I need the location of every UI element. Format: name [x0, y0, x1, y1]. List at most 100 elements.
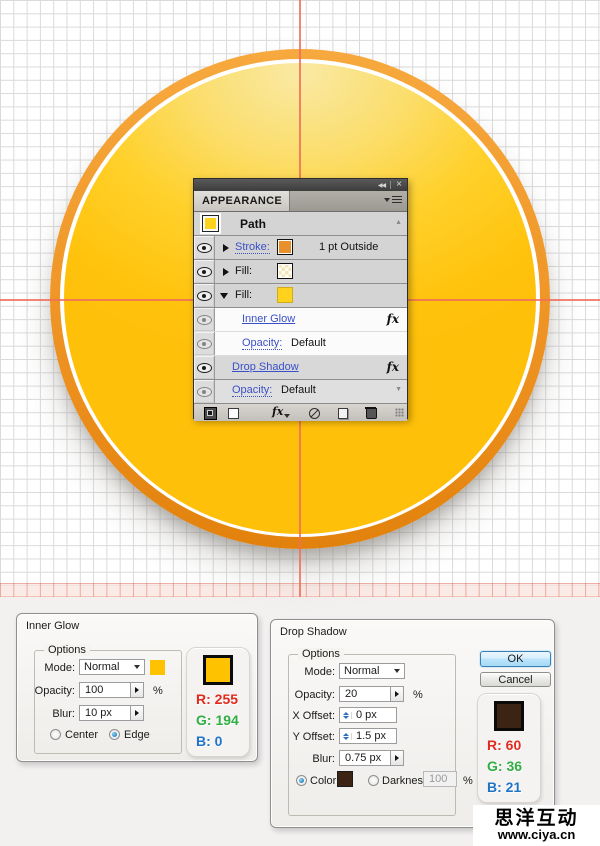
- appearance-row-opacity-object[interactable]: Opacity: Default ▼: [194, 380, 407, 403]
- collapse-triangle-icon[interactable]: [220, 293, 228, 299]
- fill-color-swatch[interactable]: [277, 287, 293, 303]
- edge-radio-label[interactable]: Edge: [124, 729, 150, 741]
- visibility-toggle[interactable]: [194, 380, 215, 403]
- chevron-down-icon[interactable]: [390, 669, 404, 673]
- drop-shadow-link[interactable]: Drop Shadow: [232, 361, 299, 373]
- tab-appearance[interactable]: APPEARANCE: [194, 191, 290, 211]
- appearance-row-inner-glow[interactable]: Inner Glow fx: [194, 308, 407, 332]
- slider-popup-icon[interactable]: [391, 686, 404, 702]
- rgb-g-value: G: 36: [487, 758, 522, 774]
- edge-radio[interactable]: [109, 729, 120, 740]
- duplicate-item-icon[interactable]: [338, 408, 348, 419]
- y-offset-input[interactable]: 1.5 px: [339, 728, 397, 744]
- path-label: Path: [240, 217, 266, 231]
- darkness-radio[interactable]: [368, 775, 379, 786]
- scroll-down-icon[interactable]: ▼: [395, 386, 402, 393]
- mode-select[interactable]: Normal: [79, 659, 145, 675]
- center-radio-label[interactable]: Center: [65, 729, 98, 741]
- inner-glow-link[interactable]: Inner Glow: [242, 313, 295, 325]
- slider-popup-icon[interactable]: [131, 682, 144, 698]
- visibility-toggle[interactable]: [194, 308, 215, 331]
- appearance-row-drop-shadow[interactable]: Drop Shadow fx: [194, 356, 407, 380]
- add-new-stroke-icon[interactable]: [204, 407, 217, 420]
- tab-appearance-label: APPEARANCE: [202, 195, 282, 207]
- delete-item-icon[interactable]: [366, 408, 377, 419]
- blur-input[interactable]: 10 px: [79, 705, 131, 721]
- glow-color-swatch[interactable]: [150, 660, 165, 675]
- appearance-row-fill-1[interactable]: Fill:: [194, 260, 407, 284]
- blur-label: Blur:: [17, 708, 75, 720]
- eye-icon: [197, 291, 212, 301]
- appearance-row-opacity-fill[interactable]: Opacity: Default: [194, 332, 407, 356]
- shadow-rgb-swatch: [494, 701, 524, 731]
- y-offset-label: Y Offset:: [271, 731, 335, 743]
- panel-tab-strip: APPEARANCE: [194, 191, 407, 212]
- rgb-r-value: R: 255: [196, 691, 238, 707]
- blur-field-group: 0.75 px: [339, 750, 404, 766]
- rgb-readout-card: R: 60 G: 36 B: 21: [477, 693, 541, 803]
- darkness-input: 100: [423, 771, 457, 787]
- visibility-toggle[interactable]: [194, 260, 215, 283]
- fill-gradient-swatch[interactable]: [277, 263, 293, 279]
- stroke-color-swatch[interactable]: [277, 239, 293, 255]
- opacity-input[interactable]: 100: [79, 682, 131, 698]
- watermark-text: 思洋互动: [494, 809, 578, 828]
- eye-icon: [197, 315, 212, 325]
- slider-popup-icon[interactable]: [131, 705, 144, 721]
- visibility-toggle[interactable]: [194, 356, 215, 379]
- panel-resize-grip[interactable]: [395, 408, 404, 417]
- expand-triangle-icon[interactable]: [223, 268, 229, 276]
- shadow-color-swatch[interactable]: [337, 771, 353, 787]
- appearance-row-path[interactable]: Path ▲: [194, 212, 407, 236]
- ok-button[interactable]: OK: [480, 651, 551, 667]
- blur-label: Blur:: [271, 753, 335, 765]
- close-panel-icon[interactable]: ×: [396, 181, 402, 189]
- mode-select[interactable]: Normal: [339, 663, 405, 679]
- opacity-field-group: 100: [79, 682, 144, 698]
- blur-input[interactable]: 0.75 px: [339, 750, 391, 766]
- visibility-toggle[interactable]: [194, 236, 215, 259]
- chevron-down-icon[interactable]: [130, 665, 144, 669]
- clear-appearance-icon[interactable]: [309, 408, 320, 419]
- appearance-row-stroke[interactable]: Stroke: 1 pt Outside: [194, 236, 407, 260]
- color-radio[interactable]: [296, 775, 307, 786]
- collapse-panel-icon[interactable]: ◀◀: [378, 182, 385, 189]
- mode-value: Normal: [80, 661, 130, 673]
- opacity-value: Default: [291, 337, 326, 349]
- center-radio[interactable]: [50, 729, 61, 740]
- titlebar-divider: [390, 181, 391, 189]
- spinner-icon[interactable]: [340, 712, 352, 719]
- expand-triangle-icon[interactable]: [223, 244, 229, 252]
- opacity-label: Opacity:: [271, 689, 335, 701]
- slider-popup-icon[interactable]: [391, 750, 404, 766]
- appearance-panel: ◀◀ × APPEARANCE Path ▲ Stroke: 1 pt Outs…: [193, 178, 408, 419]
- opacity-link[interactable]: Opacity:: [242, 337, 282, 350]
- options-label: Options: [44, 644, 90, 656]
- opacity-link[interactable]: Opacity:: [232, 384, 272, 397]
- appearance-row-fill-2[interactable]: Fill:: [194, 284, 407, 308]
- inner-glow-dialog: Inner Glow Options Mode: Normal Opacity:…: [16, 613, 258, 762]
- glow-rgb-swatch: [203, 655, 233, 685]
- spinner-icon[interactable]: [340, 733, 352, 740]
- fx-indicator-icon: fx: [387, 360, 399, 374]
- mode-label: Mode:: [17, 662, 75, 674]
- scroll-up-icon[interactable]: ▲: [395, 219, 402, 226]
- add-new-effect-icon[interactable]: fx: [272, 405, 290, 418]
- color-radio-label[interactable]: Color:: [310, 775, 339, 787]
- panel-footer: fx: [194, 403, 407, 421]
- add-new-fill-icon[interactable]: [228, 408, 239, 419]
- visibility-toggle[interactable]: [194, 284, 215, 307]
- stroke-link[interactable]: Stroke:: [235, 241, 270, 254]
- percent-label: %: [413, 689, 423, 701]
- x-offset-input[interactable]: 0 px: [339, 707, 397, 723]
- watermark-url: www.ciya.cn: [498, 828, 576, 842]
- visibility-toggle[interactable]: [194, 332, 215, 355]
- x-offset-label: X Offset:: [271, 710, 335, 722]
- opacity-input[interactable]: 20: [339, 686, 391, 702]
- panel-menu-icon[interactable]: [384, 196, 402, 204]
- stroke-detail: 1 pt Outside: [319, 241, 378, 253]
- x-offset-field-group: 0 px: [339, 707, 397, 723]
- rgb-b-value: B: 0: [196, 733, 222, 749]
- opacity-value: Default: [281, 384, 316, 396]
- cancel-button[interactable]: Cancel: [480, 672, 551, 687]
